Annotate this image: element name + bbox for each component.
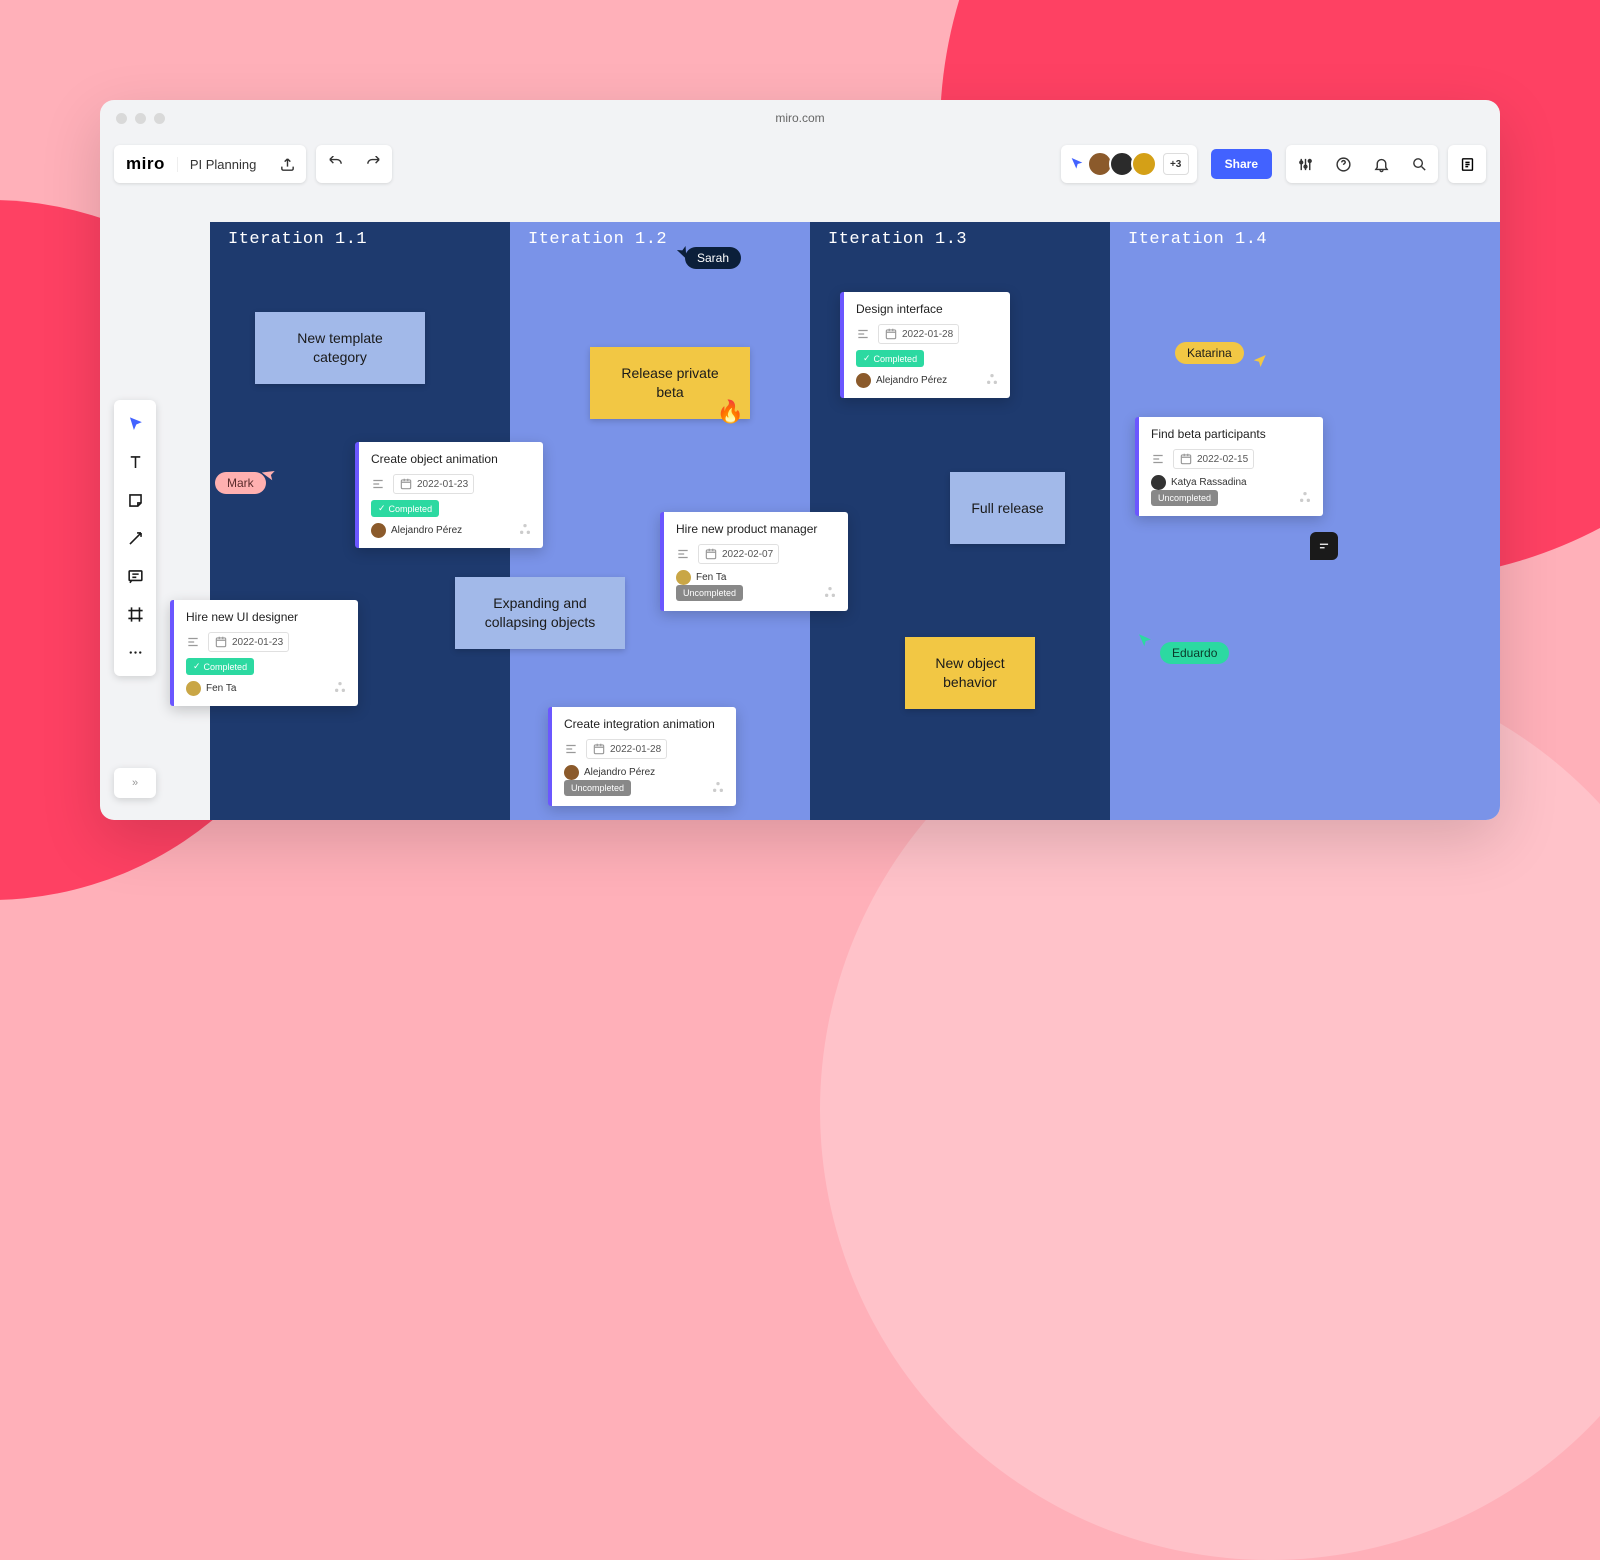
- card-title: Design interface: [856, 302, 998, 316]
- card-assignee: Alejandro Pérez: [856, 373, 998, 388]
- tool-palette: [114, 400, 156, 676]
- status-tag: ✓ Completed: [856, 350, 924, 367]
- cursor-icon: [1069, 156, 1085, 172]
- column-header: Iteration 1.4: [1128, 230, 1267, 249]
- card-assignee: Katya Rassadina: [1151, 475, 1311, 490]
- sticky-note[interactable]: Expanding and collapsing objects: [455, 577, 625, 649]
- user-cursor: Mark: [215, 472, 286, 494]
- bell-icon[interactable]: [1362, 145, 1400, 183]
- undo-redo: [316, 145, 392, 183]
- comment-marker-icon[interactable]: [1310, 532, 1338, 560]
- browser-window: miro.com miro PI Planning +3 Share: [100, 100, 1500, 820]
- search-icon[interactable]: [1400, 145, 1438, 183]
- status-tag: ✓ Completed: [186, 658, 254, 675]
- fire-icon: 🔥: [717, 397, 744, 427]
- desc-icon: [564, 742, 578, 756]
- share-button[interactable]: Share: [1211, 149, 1272, 179]
- card-date: 2022-02-15: [1173, 449, 1254, 469]
- comment-tool-icon[interactable]: [117, 558, 153, 594]
- select-tool-icon[interactable]: [117, 406, 153, 442]
- tree-icon: [710, 779, 726, 798]
- status-tag: Uncompleted: [676, 585, 743, 601]
- card-assignee: Fen Ta: [186, 681, 346, 696]
- card-date: 2022-01-23: [208, 632, 289, 652]
- undo-icon[interactable]: [316, 145, 354, 183]
- more-collaborators[interactable]: +3: [1163, 153, 1189, 175]
- desc-icon: [371, 477, 385, 491]
- card-date: 2022-01-23: [393, 474, 474, 494]
- card-title: Find beta participants: [1151, 427, 1311, 441]
- top-toolbar: miro PI Planning +3 Share: [100, 136, 1500, 192]
- user-cursor: Eduardo: [1140, 642, 1229, 664]
- card-date: 2022-01-28: [586, 739, 667, 759]
- right-icons: [1286, 145, 1438, 183]
- user-cursor: Sarah: [665, 247, 741, 269]
- cursor-label: Mark: [215, 472, 266, 494]
- card-title: Hire new product manager: [676, 522, 836, 536]
- task-card[interactable]: Create object animation 2022-01-23 ✓ Com…: [355, 442, 543, 548]
- desc-icon: [186, 635, 200, 649]
- text-tool-icon[interactable]: [117, 444, 153, 480]
- column-header: Iteration 1.3: [828, 230, 967, 249]
- user-cursor: Katarina: [1175, 342, 1264, 364]
- desc-icon: [676, 547, 690, 561]
- desc-icon: [856, 327, 870, 341]
- card-title: Hire new UI designer: [186, 610, 346, 624]
- tree-icon: [517, 521, 533, 540]
- task-card[interactable]: Hire new product manager 2022-02-07 Fen …: [660, 512, 848, 611]
- more-tools-icon[interactable]: [117, 634, 153, 670]
- cursor-label: Sarah: [685, 247, 741, 269]
- miro-logo[interactable]: miro: [114, 154, 177, 174]
- task-card[interactable]: Design interface 2022-01-28 ✓ Completed …: [840, 292, 1010, 398]
- sticky-note[interactable]: Release private beta 🔥: [590, 347, 750, 419]
- tree-icon: [1297, 489, 1313, 508]
- tree-icon: [332, 679, 348, 698]
- avatar[interactable]: [1131, 151, 1157, 177]
- card-date: 2022-01-28: [878, 324, 959, 344]
- card-assignee: Alejandro Pérez: [371, 523, 531, 538]
- iteration-column: Iteration 1.4: [1110, 222, 1500, 820]
- board-identity: miro PI Planning: [114, 145, 306, 183]
- sticky-note[interactable]: Full release: [950, 472, 1065, 544]
- browser-chrome: miro.com: [100, 100, 1500, 136]
- redo-icon[interactable]: [354, 145, 392, 183]
- url-display: miro.com: [775, 111, 824, 125]
- board-canvas[interactable]: Iteration 1.1 Iteration 1.2 Iteration 1.…: [100, 192, 1500, 820]
- card-assignee: Alejandro Pérez: [564, 765, 724, 780]
- task-card[interactable]: Create integration animation 2022-01-28 …: [548, 707, 736, 806]
- help-icon[interactable]: [1324, 145, 1362, 183]
- task-card[interactable]: Hire new UI designer 2022-01-23 ✓ Comple…: [170, 600, 358, 706]
- notes-icon[interactable]: [1448, 145, 1486, 183]
- desc-icon: [1151, 452, 1165, 466]
- frame-tool-icon[interactable]: [117, 596, 153, 632]
- settings-icon[interactable]: [1286, 145, 1324, 183]
- sticky-text: Release private beta: [608, 364, 732, 402]
- traffic-lights: [116, 113, 165, 124]
- collaborator-avatars[interactable]: +3: [1061, 145, 1197, 183]
- card-assignee: Fen Ta: [676, 570, 836, 585]
- status-tag: Uncompleted: [564, 780, 631, 796]
- tree-icon: [822, 584, 838, 603]
- tree-icon: [984, 371, 1000, 390]
- line-tool-icon[interactable]: [117, 520, 153, 556]
- column-header: Iteration 1.1: [228, 230, 367, 249]
- status-tag: Uncompleted: [1151, 490, 1218, 506]
- sticky-note[interactable]: New template category: [255, 312, 425, 384]
- export-icon[interactable]: [268, 145, 306, 183]
- card-title: Create object animation: [371, 452, 531, 466]
- cursor-label: Katarina: [1175, 342, 1244, 364]
- board-title[interactable]: PI Planning: [177, 157, 269, 172]
- sticky-note[interactable]: New object behavior: [905, 637, 1035, 709]
- sticky-tool-icon[interactable]: [117, 482, 153, 518]
- card-title: Create integration animation: [564, 717, 724, 731]
- task-card[interactable]: Find beta participants 2022-02-15 Katya …: [1135, 417, 1323, 516]
- column-header: Iteration 1.2: [528, 230, 667, 249]
- card-date: 2022-02-07: [698, 544, 779, 564]
- cursor-label: Eduardo: [1160, 642, 1229, 664]
- status-tag: ✓ Completed: [371, 500, 439, 517]
